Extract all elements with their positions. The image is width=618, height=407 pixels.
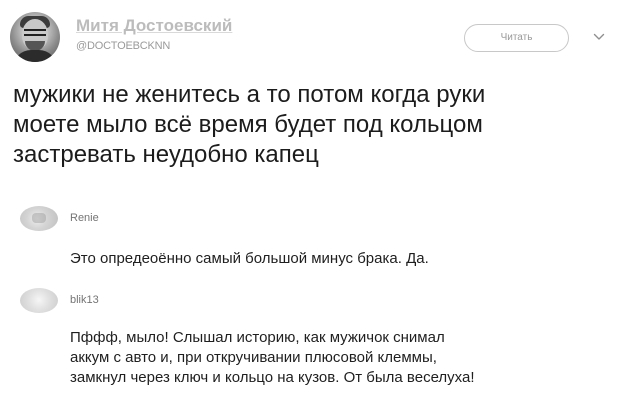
follow-button[interactable]: Читать (464, 24, 569, 52)
reply-item: Renie Это опредеоённо самый большой мину… (20, 206, 610, 267)
tweet-text: мужики не женитесь а то потом когда руки… (13, 81, 486, 168)
avatar-shirt (13, 50, 57, 62)
reply-text: Это опредеоённо самый большой минус брак… (70, 250, 429, 267)
avatar-glasses (24, 29, 46, 36)
reply-avatar[interactable] (20, 288, 58, 313)
author-name-link[interactable]: Митя Достоевский (76, 16, 232, 36)
reply-author[interactable]: Renie (70, 212, 99, 224)
reply-text: Пффф, мыло! Слышал историю, как мужичок … (70, 329, 475, 386)
author-avatar[interactable] (10, 12, 60, 62)
author-handle[interactable]: @DOCTOEBCKNN (76, 40, 170, 52)
reply-item: blik13 Пффф, мыло! Слышал историю, как м… (20, 288, 610, 400)
reply-author[interactable]: blik13 (70, 294, 99, 306)
chevron-down-icon[interactable] (593, 32, 605, 42)
reply-avatar[interactable] (20, 206, 58, 231)
tweet-header: Митя Достоевский @DOCTOEBCKNN Читать (10, 12, 608, 64)
